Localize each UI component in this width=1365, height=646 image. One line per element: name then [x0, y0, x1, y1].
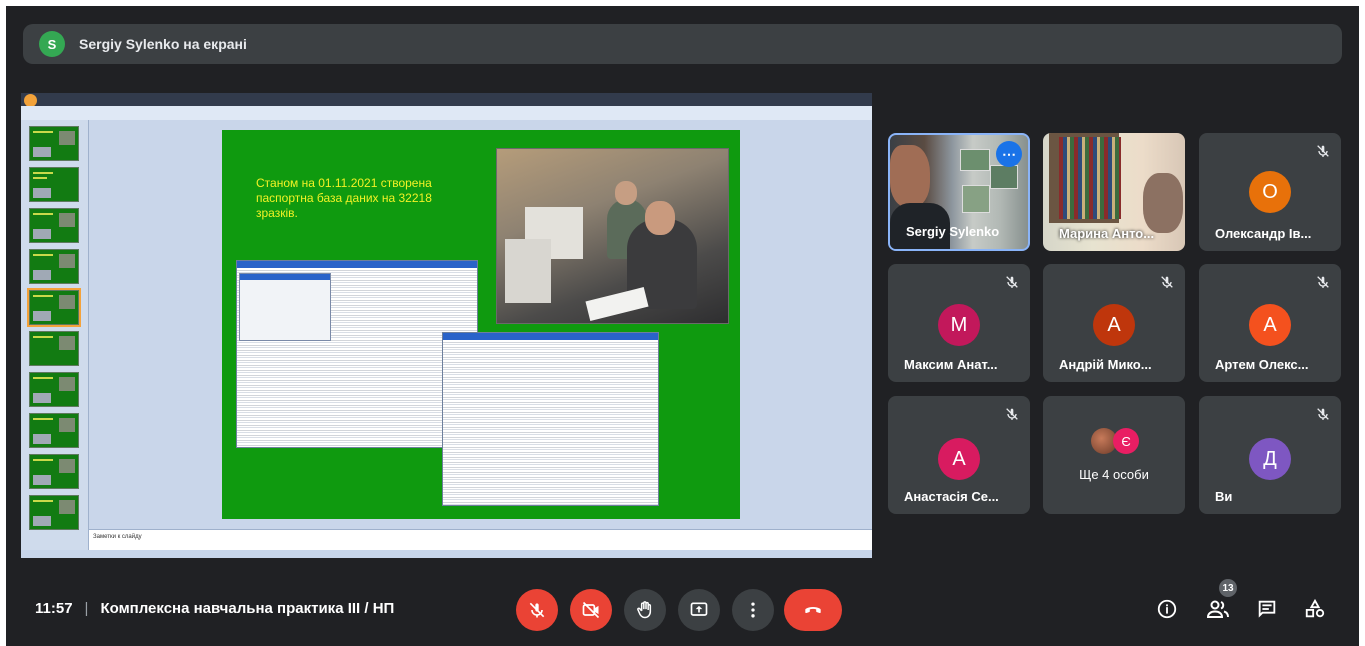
hang-up-icon — [805, 607, 821, 614]
mic-off-icon — [529, 602, 545, 618]
slide-thumbnail — [29, 495, 79, 530]
meeting-info: 11:57 | Комплексна навчальна практика II… — [35, 600, 394, 617]
current-slide: Станом на 01.11.2021 створена паспортна … — [222, 130, 740, 519]
participant-tile[interactable]: А Артем Олекс... — [1199, 264, 1341, 382]
camera-toggle-button[interactable] — [570, 589, 612, 631]
mic-off-icon — [1006, 276, 1018, 288]
more-options-button[interactable] — [732, 589, 774, 631]
chat-icon — [1258, 600, 1276, 618]
avatar: Є — [1113, 428, 1139, 454]
participant-tile-self[interactable]: Д Ви — [1199, 396, 1341, 514]
participant-name: Максим Анат... — [904, 357, 998, 372]
ppt-statusbar — [21, 550, 872, 558]
meet-window: S Sergiy Sylenko на екрані Станом на 01.… — [6, 6, 1359, 646]
mic-off-icon — [1006, 408, 1018, 420]
slide-notes: Заметки к слайду — [89, 529, 872, 551]
presenting-banner: S Sergiy Sylenko на екрані — [23, 24, 1342, 64]
info-icon — [1157, 599, 1177, 619]
participant-tile[interactable]: О Олександр Ів... — [1199, 133, 1341, 251]
avatar: А — [1093, 304, 1135, 346]
participant-name: Олександр Ів... — [1215, 226, 1312, 241]
present-screen-button[interactable] — [678, 589, 720, 631]
activities-button[interactable] — [1302, 596, 1328, 622]
participant-name: Sergiy Sylenko — [906, 224, 1000, 239]
participant-name: Ви — [1215, 489, 1233, 504]
slide-canvas: Станом на 01.11.2021 створена паспортна … — [89, 120, 872, 529]
mic-off-icon — [1317, 408, 1329, 420]
participant-tile[interactable]: ⋯ Sergiy Sylenko — [888, 133, 1030, 251]
avatar: А — [1249, 304, 1291, 346]
avatar: О — [1249, 171, 1291, 213]
participant-count-badge: 13 — [1219, 579, 1237, 597]
slide-thumbnail — [29, 167, 79, 202]
raise-hand-button[interactable] — [624, 589, 666, 631]
notes-placeholder: Заметки к слайду — [93, 534, 142, 540]
more-vert-icon — [751, 602, 755, 618]
participant-tile[interactable]: М Максим Анат... — [888, 264, 1030, 382]
participant-name: Анастасія Се... — [904, 489, 999, 504]
participants-button[interactable] — [1205, 596, 1231, 622]
slide-thumbnail — [29, 372, 79, 407]
slide-thumbnail — [29, 126, 79, 161]
slide-text: Станом на 01.11.2021 створена паспортна … — [256, 176, 432, 220]
slide-thumbnail — [29, 331, 79, 366]
more-participants-tile[interactable]: Є Ще 4 особи — [1043, 396, 1185, 514]
presenting-text: Sergiy Sylenko на екрані — [79, 36, 247, 52]
slide-thumbnail — [29, 454, 79, 489]
participant-tile[interactable]: Марина Анто... — [1043, 133, 1185, 251]
participant-name: Артем Олекс... — [1215, 357, 1309, 372]
hand-icon — [637, 601, 652, 619]
avatar: Д — [1249, 438, 1291, 480]
activities-icon — [1305, 598, 1325, 618]
participant-name: Ще 4 особи — [1079, 467, 1149, 482]
leave-call-button[interactable] — [784, 589, 842, 631]
separator: | — [84, 600, 89, 617]
mic-off-icon — [1317, 276, 1329, 288]
meeting-time: 11:57 — [35, 600, 73, 617]
participant-name: Андрій Мико... — [1059, 357, 1152, 372]
slide-thumbnail-selected — [27, 288, 81, 327]
slide-thumbnails-panel — [21, 120, 89, 550]
slide-photo — [496, 148, 729, 324]
people-icon — [1206, 600, 1229, 618]
participant-name: Марина Анто... — [1059, 226, 1155, 241]
slide-thumbnail — [29, 413, 79, 448]
slide-thumbnail — [29, 208, 79, 243]
slide-thumbnail — [29, 249, 79, 284]
mic-off-icon — [1317, 145, 1329, 157]
participant-tile[interactable]: А Андрій Мико... — [1043, 264, 1185, 382]
ppt-titlebar — [21, 93, 872, 107]
present-icon — [690, 602, 708, 616]
avatar: А — [938, 438, 980, 480]
camera-off-icon — [582, 601, 600, 619]
ppt-ribbon — [21, 106, 872, 121]
meeting-title: Комплексна навчальна практика III / НП — [100, 600, 395, 617]
meeting-details-button[interactable] — [1154, 596, 1180, 622]
avatar: М — [938, 304, 980, 346]
shared-screen[interactable]: Станом на 01.11.2021 створена паспортна … — [21, 93, 872, 558]
more-options-icon[interactable]: ⋯ — [996, 141, 1022, 167]
chat-button[interactable] — [1254, 596, 1280, 622]
presenter-avatar: S — [39, 31, 65, 57]
spreadsheet-screenshot-2 — [442, 332, 659, 506]
mic-toggle-button[interactable] — [516, 589, 558, 631]
participant-tile[interactable]: А Анастасія Се... — [888, 396, 1030, 514]
mic-off-icon — [1161, 276, 1173, 288]
